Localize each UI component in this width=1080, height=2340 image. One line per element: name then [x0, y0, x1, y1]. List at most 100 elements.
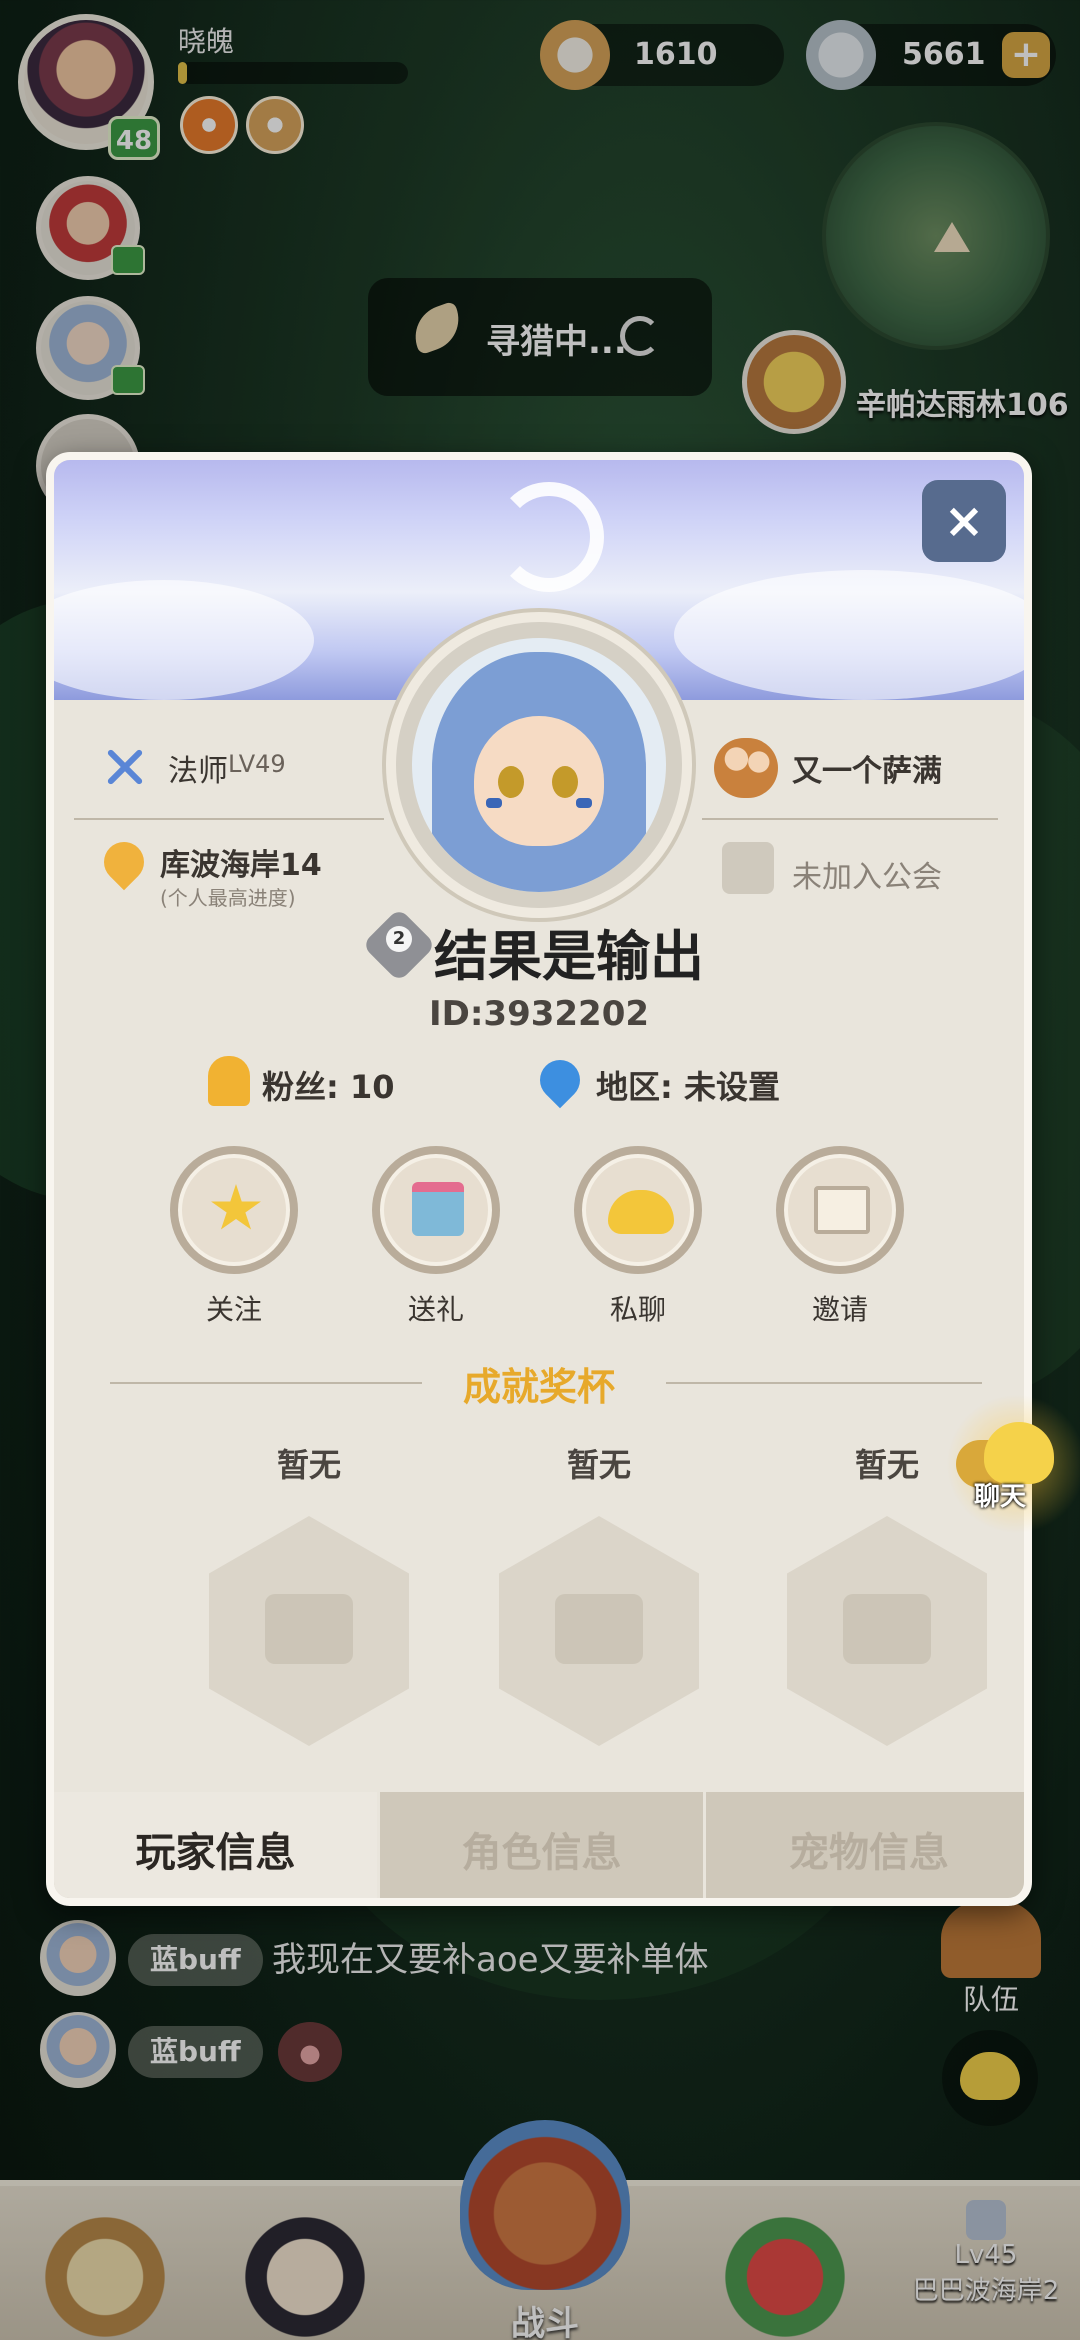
banner-cloud	[54, 580, 314, 700]
loading-spinner-icon	[620, 316, 660, 356]
chat-icon	[608, 1190, 674, 1234]
battle-button[interactable]: 战斗	[440, 2120, 650, 2340]
pet-buff-icon[interactable]	[246, 96, 304, 154]
pet-slot[interactable]	[710, 2200, 860, 2340]
battle-label: 战斗	[511, 2304, 579, 2340]
trophy-label: 暂无	[276, 1446, 341, 1484]
partner-row[interactable]: 又一个萨满	[714, 732, 1014, 802]
chat-avatar[interactable]	[40, 1920, 116, 1996]
divider	[74, 818, 384, 820]
quick-chat-button[interactable]	[942, 2030, 1038, 2126]
guild-row: 未加入公会	[714, 836, 1014, 906]
chat-bubble-icon	[960, 2052, 1020, 2100]
shell-icon	[540, 20, 610, 90]
tab-player-info[interactable]: 玩家信息	[54, 1792, 380, 1898]
chat-bubble-icon	[984, 1422, 1054, 1484]
fans-text: 粉丝: 10	[262, 1068, 395, 1106]
mail-icon	[814, 1186, 870, 1234]
area-label: 辛帕达雨林106	[856, 388, 1069, 423]
character-slot[interactable]	[30, 2200, 180, 2340]
follow-label: 关注	[205, 1293, 262, 1326]
shell-amount: 1610	[634, 37, 718, 72]
star-icon	[211, 1184, 261, 1230]
divider	[666, 1382, 982, 1384]
region-pin-icon	[531, 1051, 589, 1109]
party-member-avatar[interactable]	[36, 176, 145, 280]
chat-circle	[574, 1146, 702, 1274]
class-level: LV49	[228, 750, 286, 778]
area-boss-avatar[interactable]	[742, 330, 846, 434]
tab-role-info[interactable]: 角色信息	[380, 1792, 706, 1898]
portrait-eye	[498, 766, 524, 798]
follow-circle	[170, 1146, 298, 1274]
character-slot[interactable]	[230, 2200, 380, 2340]
banner-cloud	[674, 570, 1024, 700]
fans-stat: 粉丝: 10	[208, 1054, 448, 1114]
chat-message: 蓝buff	[40, 2012, 440, 2092]
class-name: 法师	[168, 754, 228, 789]
player-level-badge: 48	[108, 116, 160, 160]
trophy-slot[interactable]: 暂无	[194, 1440, 424, 1746]
trophy-label: 暂无	[566, 1446, 631, 1484]
shell-currency: 1610	[540, 20, 784, 90]
floating-chat-label: 聊天	[974, 1482, 1027, 1512]
party-member-avatar[interactable]	[36, 296, 145, 400]
location-pin-icon	[95, 833, 153, 891]
searching-text: 寻猎中...	[486, 322, 627, 362]
partner-name: 又一个萨满	[792, 754, 942, 789]
profile-tabs: 玩家信息 角色信息 宠物信息	[54, 1792, 1024, 1898]
chat-status-icon	[111, 365, 145, 395]
minimap[interactable]	[822, 122, 1050, 350]
player-name: 晓魄	[178, 25, 235, 58]
region-stat: 地区: 未设置	[531, 1051, 840, 1114]
exp-bar	[178, 62, 408, 84]
locked-area-slot[interactable]: Lv45 巴巴波海岸2	[896, 2200, 1076, 2340]
face-paint	[486, 798, 502, 808]
tab-pet-info[interactable]: 宠物信息	[706, 1792, 1024, 1898]
region-text: 地区: 未设置	[596, 1068, 780, 1106]
gift-circle	[372, 1146, 500, 1274]
face-paint	[576, 798, 592, 808]
locked-level: Lv45	[954, 2240, 1018, 2270]
stone-amount: 5661	[902, 37, 986, 72]
invite-button[interactable]: 邀请	[774, 1146, 906, 1328]
chat-text: 我现在又要补aoe又要补单体	[272, 1940, 709, 1980]
portrait-frame	[386, 612, 692, 918]
team-button[interactable]: 队伍	[936, 1898, 1046, 2018]
exp-bar-fill	[178, 62, 188, 84]
chat-status-icon	[111, 245, 145, 275]
chat-message: 蓝buff 我现在又要补aoe又要补单体	[40, 1920, 840, 2000]
hunting-status[interactable]: 寻猎中...	[368, 278, 712, 396]
floating-chat-button[interactable]: 聊天	[946, 1394, 1080, 1534]
stone-icon	[806, 20, 876, 90]
profile-player-name: 结果是输出	[434, 925, 704, 988]
character-portrait	[412, 638, 666, 892]
locked-area-name: 巴巴波海岸2	[912, 2276, 1060, 2306]
invite-circle	[776, 1146, 904, 1274]
guild-status: 未加入公会	[792, 860, 942, 895]
moon-icon	[494, 482, 604, 592]
close-button[interactable]: ×	[922, 480, 1006, 562]
add-currency-button[interactable]: +	[1002, 32, 1050, 78]
chat-sender-tag: 蓝buff	[128, 2026, 263, 2078]
fans-icon	[208, 1056, 250, 1106]
player-marker-icon	[934, 222, 970, 252]
portrait-face	[474, 716, 604, 846]
stone-currency: 5661 +	[806, 20, 1056, 90]
class-row: 法师 LV49	[74, 732, 426, 802]
gift-button[interactable]: 送礼	[370, 1146, 502, 1328]
trophy-slot[interactable]: 暂无	[484, 1440, 714, 1746]
guild-icon	[722, 842, 774, 894]
lock-icon	[966, 2200, 1006, 2240]
trophy-placeholder-icon	[787, 1516, 987, 1746]
private-chat-button[interactable]: 私聊	[572, 1146, 704, 1328]
buff-icon[interactable]	[180, 96, 238, 154]
chat-avatar[interactable]	[40, 2012, 116, 2088]
couple-icon	[714, 738, 778, 798]
progress-note: (个人最高进度)	[160, 886, 296, 910]
follow-button[interactable]: 关注	[168, 1146, 300, 1328]
boar-emote-icon	[278, 2022, 342, 2082]
trophy-placeholder-icon	[499, 1516, 699, 1746]
chat-sender-tag: 蓝buff	[128, 1934, 263, 1986]
divider	[702, 818, 998, 820]
